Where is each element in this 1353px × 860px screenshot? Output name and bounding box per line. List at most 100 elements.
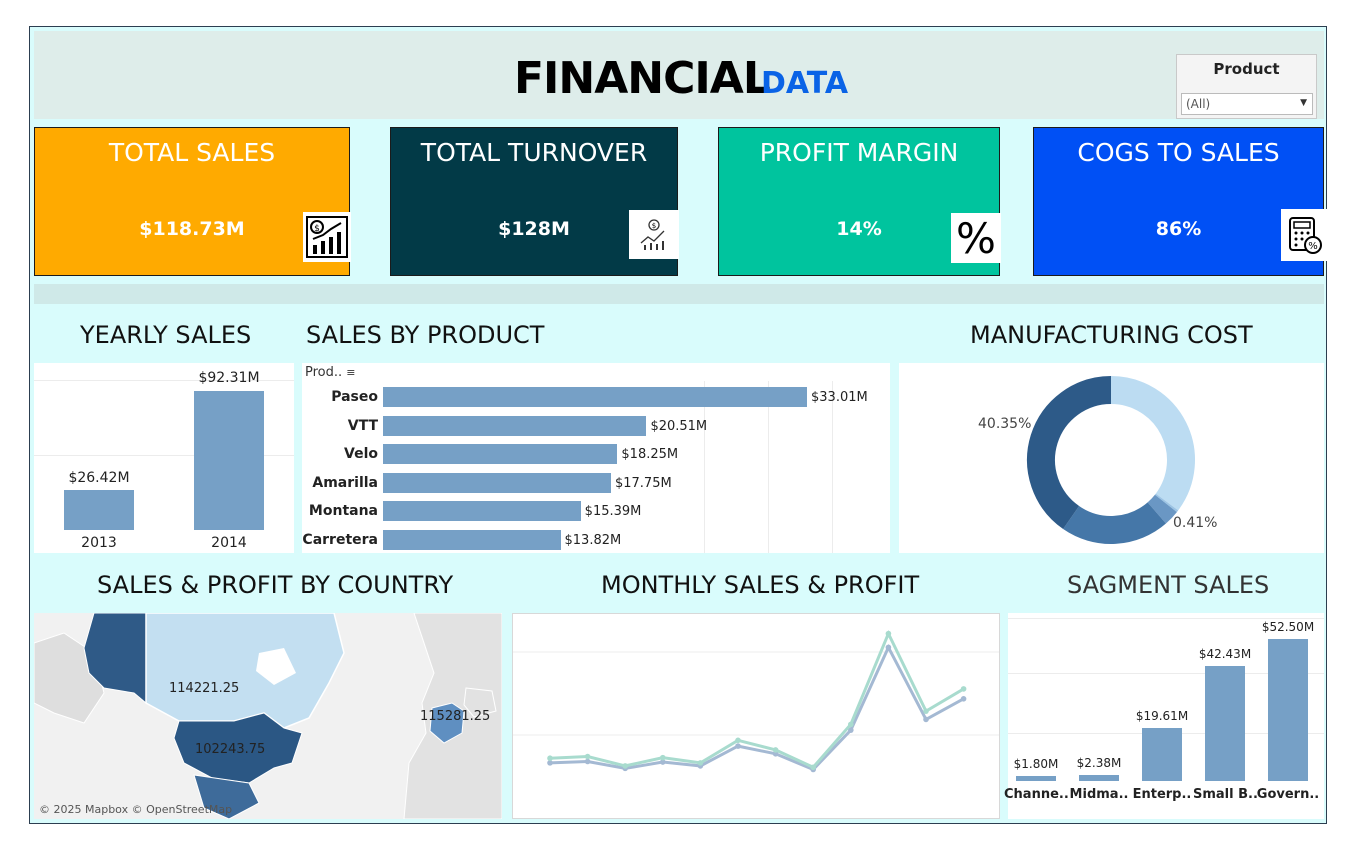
sales-by-product-title: SALES BY PRODUCT [306, 321, 545, 349]
product-bar[interactable] [383, 472, 611, 493]
segment-tick: Small B.. [1193, 787, 1258, 802]
series-line[interactable] [549, 643, 965, 772]
product-label: VTT [347, 417, 378, 434]
series-line[interactable] [549, 629, 965, 770]
separator-band [34, 284, 1324, 304]
sales-by-product-chart: Prod.. ≡ Paseo $33.01M VTT $20.51M Velo $18.2… [302, 363, 890, 553]
kpi-value: $118.73M [139, 218, 245, 240]
segment-tick: Midma.. [1069, 787, 1129, 802]
monthly-title: MONTHLY SALES & PROFIT [601, 571, 920, 599]
kpi-card-profit-margin: PROFIT MARGIN 14% % [718, 127, 1001, 276]
yearly-sales-chart: $26.42M $92.31M 2013 2014 [34, 363, 294, 553]
segment-chart: $1.80M Channe.. $2.38M Midma.. $19.61M Enterp… [1004, 613, 1324, 819]
product-value: $17.75M [614, 475, 672, 491]
product-bar[interactable] [383, 501, 581, 522]
product-value: $15.39M [584, 504, 642, 520]
country-title: SALES & PROFIT BY COUNTRY [97, 571, 454, 599]
donut-slice[interactable] [1154, 493, 1179, 513]
data-point[interactable] [885, 630, 892, 637]
svg-text:%: % [1308, 241, 1318, 252]
yearly-bar-2013[interactable] [64, 490, 134, 530]
segment-value: $19.61M [1135, 708, 1189, 723]
segment-bar[interactable] [1142, 727, 1182, 781]
data-point[interactable] [735, 737, 741, 744]
kpi-card-total-turnover: TOTAL TURNOVER $128M $ [390, 127, 679, 276]
kpi-title: TOTAL SALES [108, 138, 276, 167]
product-label: Montana [308, 503, 378, 520]
yearly-tick-2014: 2014 [211, 535, 247, 551]
product-value: $13.82M [564, 533, 622, 548]
data-point[interactable] [547, 755, 553, 761]
data-point[interactable] [584, 753, 591, 760]
mfg-label-large: 40.35% [978, 416, 1032, 432]
data-point[interactable] [660, 754, 666, 761]
mfg-label-small: 0.41% [1173, 515, 1218, 531]
product-filter-value: (All) [1186, 97, 1211, 111]
segment-tick: Govern.. [1256, 787, 1320, 802]
donut-slice[interactable] [1027, 376, 1112, 530]
product-filter[interactable]: Product (All) ▼ [1176, 54, 1317, 119]
segment-value: $1.80M [1013, 757, 1059, 772]
map-label-canada: 114221.25 [169, 681, 240, 696]
product-bar[interactable] [383, 415, 647, 436]
kpi-title: PROFIT MARGIN [759, 138, 959, 167]
svg-text:$: $ [314, 224, 320, 234]
profit-chart-icon: $ [629, 210, 679, 259]
product-label: Carretera [302, 532, 378, 548]
page-title: FINANCIAL [514, 53, 771, 104]
page-subtitle: DATA [761, 66, 849, 101]
sales-growth-icon: $ [303, 212, 351, 262]
monthly-chart [512, 613, 1000, 819]
product-label: Paseo [331, 389, 378, 405]
kpi-card-total-sales: TOTAL SALES $118.73M $ [34, 127, 351, 276]
segment-value: $52.50M [1261, 620, 1315, 634]
data-point[interactable] [960, 696, 967, 702]
yearly-sales-title: YEARLY SALES [80, 321, 252, 349]
country-map[interactable]: 114221.25 102243.75 115281.25 © 2025 Map… [34, 613, 502, 819]
data-point[interactable] [697, 760, 704, 766]
kpi-value: 86% [1155, 218, 1202, 240]
segment-tick: Channe.. [1004, 787, 1069, 802]
manufacturing-cost-chart: 40.35% 0.41% [899, 363, 1324, 553]
product-label: Velo [344, 446, 378, 463]
data-point[interactable] [960, 686, 967, 692]
segment-bar[interactable] [1079, 774, 1119, 781]
chevron-down-icon[interactable]: ▼ [1300, 98, 1307, 108]
product-bar[interactable] [383, 387, 807, 407]
data-point[interactable] [584, 758, 591, 765]
segment-bar[interactable] [1016, 776, 1056, 781]
yearly-bar-2014[interactable] [194, 391, 264, 530]
data-point[interactable] [885, 644, 892, 651]
product-filter-select[interactable]: (All) ▼ [1181, 93, 1313, 115]
data-point[interactable] [772, 747, 779, 753]
svg-text:$: $ [652, 222, 656, 230]
product-value: $20.51M [650, 418, 708, 434]
product-column-header[interactable]: Prod.. ≡ [305, 365, 356, 380]
sort-icon[interactable]: ≡ [346, 366, 355, 379]
data-point[interactable] [735, 743, 741, 749]
donut-slice[interactable] [1110, 376, 1195, 511]
data-point[interactable] [622, 763, 628, 769]
data-point[interactable] [923, 708, 929, 714]
yearly-label-2014: $92.31M [198, 370, 260, 386]
manufacturing-cost-title: MANUFACTURING COST [970, 321, 1253, 349]
product-value: $33.01M [811, 390, 868, 405]
data-point[interactable] [848, 721, 854, 728]
product-bar[interactable] [383, 444, 618, 465]
product-bar[interactable] [383, 530, 561, 550]
donut-slice[interactable] [1147, 494, 1177, 524]
data-point[interactable] [923, 716, 929, 723]
segment-bar[interactable] [1205, 666, 1245, 781]
yearly-tick-2013: 2013 [81, 535, 117, 551]
kpi-title: TOTAL TURNOVER [420, 138, 648, 167]
kpi-card-cogs-to-sales: COGS TO SALES 86% % [1033, 127, 1327, 276]
segment-bar[interactable] [1268, 639, 1308, 781]
product-filter-label: Product [1213, 60, 1280, 78]
data-point[interactable] [810, 764, 816, 771]
segment-value: $2.38M [1076, 755, 1122, 770]
map-label-europe: 115281.25 [420, 709, 491, 724]
product-value: $18.25M [621, 447, 679, 463]
donut-slice[interactable] [1063, 501, 1166, 544]
segment-tick: Enterp.. [1132, 787, 1192, 802]
yearly-label-2013: $26.42M [68, 470, 130, 486]
